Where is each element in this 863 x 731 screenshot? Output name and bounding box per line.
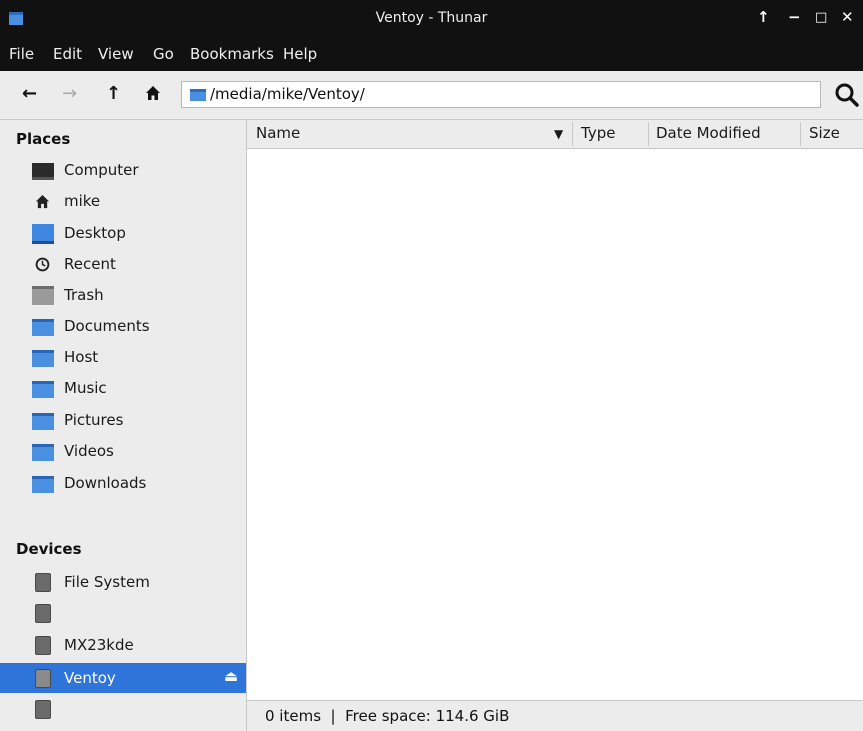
- column-divider[interactable]: [648, 122, 649, 146]
- column-date-modified[interactable]: Date Modified: [656, 124, 761, 142]
- downloads-folder-icon: [32, 476, 54, 493]
- trash-icon: [32, 286, 54, 305]
- folder-icon: [190, 89, 206, 101]
- sidebar-item-label: Host: [64, 348, 99, 366]
- close-button[interactable]: ✕: [841, 8, 854, 26]
- sidebar-item-label: Videos: [64, 442, 114, 460]
- drive-icon: [35, 700, 51, 719]
- devices-heading: Devices: [16, 540, 82, 558]
- column-divider[interactable]: [800, 122, 801, 146]
- folder-icon: [32, 350, 54, 367]
- sidebar-item-mx23kde[interactable]: MX23kde: [8, 630, 246, 660]
- sidebar-item-mike[interactable]: mike: [8, 186, 246, 216]
- minimize-button[interactable]: −: [788, 8, 801, 26]
- search-icon[interactable]: [834, 82, 860, 108]
- sidebar-item-label: File System: [64, 573, 150, 591]
- eject-icon[interactable]: ⏏: [224, 667, 238, 685]
- status-bar: 0 items | Free space: 114.6 GiB: [247, 700, 863, 731]
- sidebar-item-label: mike: [64, 192, 101, 210]
- documents-folder-icon: [32, 319, 54, 336]
- keep-above-button[interactable]: ↑: [757, 8, 770, 26]
- sidebar-item-label: MX23kde: [64, 636, 134, 654]
- file-list-pane[interactable]: Name ▼ Type Date Modified Size 0 items |…: [247, 120, 863, 731]
- window-title: Ventoy - Thunar: [375, 10, 488, 26]
- sort-descending-icon[interactable]: ▼: [554, 127, 563, 141]
- sidebar-item-label: Computer: [64, 161, 139, 179]
- sidebar-item-videos[interactable]: Videos: [8, 436, 246, 466]
- title-bar: Ventoy - Thunar ↑ − □ ✕: [0, 0, 863, 39]
- menu-view[interactable]: View: [98, 45, 134, 63]
- forward-button[interactable]: →: [62, 83, 77, 104]
- home-icon: [146, 86, 160, 100]
- toolbar: ← → ↑ /media/mike/Ventoy/: [0, 71, 863, 120]
- home-icon: [35, 194, 50, 209]
- menu-help[interactable]: Help: [283, 45, 317, 63]
- places-heading: Places: [16, 130, 71, 148]
- computer-icon: [32, 163, 54, 180]
- maximize-button[interactable]: □: [815, 10, 827, 25]
- sidebar-item-label: Music: [64, 379, 107, 397]
- sidebar: Places Computer mike Desktop Recent Tras…: [0, 120, 247, 731]
- column-header: Name ▼ Type Date Modified Size: [247, 120, 863, 149]
- sidebar-item-label: Ventoy: [64, 669, 116, 687]
- status-text: 0 items | Free space: 114.6 GiB: [265, 707, 510, 725]
- menu-bar: File Edit View Go Bookmarks Help: [0, 39, 863, 71]
- sidebar-item-device-unnamed-1[interactable]: [8, 598, 246, 628]
- column-name[interactable]: Name: [256, 124, 300, 142]
- sidebar-item-label: Pictures: [64, 411, 124, 429]
- drive-icon: [35, 573, 51, 592]
- sidebar-item-desktop[interactable]: Desktop: [8, 218, 246, 248]
- sidebar-item-trash[interactable]: Trash: [8, 280, 246, 310]
- up-button[interactable]: ↑: [106, 83, 121, 104]
- sidebar-item-label: Documents: [64, 317, 150, 335]
- location-path: /media/mike/Ventoy/: [210, 85, 365, 103]
- column-divider[interactable]: [572, 122, 573, 146]
- menu-edit[interactable]: Edit: [53, 45, 82, 63]
- menu-file[interactable]: File: [9, 45, 34, 63]
- column-size[interactable]: Size: [809, 124, 840, 142]
- drive-icon: [35, 604, 51, 623]
- column-type[interactable]: Type: [581, 124, 615, 142]
- sidebar-item-file-system[interactable]: File System: [8, 567, 246, 597]
- clock-icon: [35, 257, 50, 272]
- sidebar-item-music[interactable]: Music: [8, 373, 246, 403]
- sidebar-item-device-unnamed-2[interactable]: [8, 694, 246, 724]
- sidebar-item-label: Trash: [64, 286, 104, 304]
- sidebar-item-pictures[interactable]: Pictures: [8, 405, 246, 435]
- sidebar-item-downloads[interactable]: Downloads: [8, 468, 246, 498]
- drive-icon: [35, 636, 51, 655]
- sidebar-item-computer[interactable]: Computer: [8, 155, 246, 185]
- videos-folder-icon: [32, 444, 54, 461]
- sidebar-item-host[interactable]: Host: [8, 342, 246, 372]
- desktop-icon: [32, 224, 54, 244]
- sidebar-item-recent[interactable]: Recent: [8, 249, 246, 279]
- menu-bookmarks[interactable]: Bookmarks: [190, 45, 274, 63]
- menu-go[interactable]: Go: [153, 45, 174, 63]
- sidebar-item-label: Downloads: [64, 474, 147, 492]
- music-folder-icon: [32, 381, 54, 398]
- back-button[interactable]: ←: [22, 83, 37, 104]
- sidebar-item-label: Recent: [64, 255, 116, 273]
- location-bar[interactable]: /media/mike/Ventoy/: [181, 81, 821, 108]
- pictures-folder-icon: [32, 413, 54, 430]
- sidebar-item-documents[interactable]: Documents: [8, 311, 246, 341]
- sidebar-item-ventoy[interactable]: Ventoy ⏏: [0, 663, 246, 693]
- home-button[interactable]: [145, 83, 161, 106]
- sidebar-item-label: Desktop: [64, 224, 126, 242]
- drive-icon: [35, 669, 51, 688]
